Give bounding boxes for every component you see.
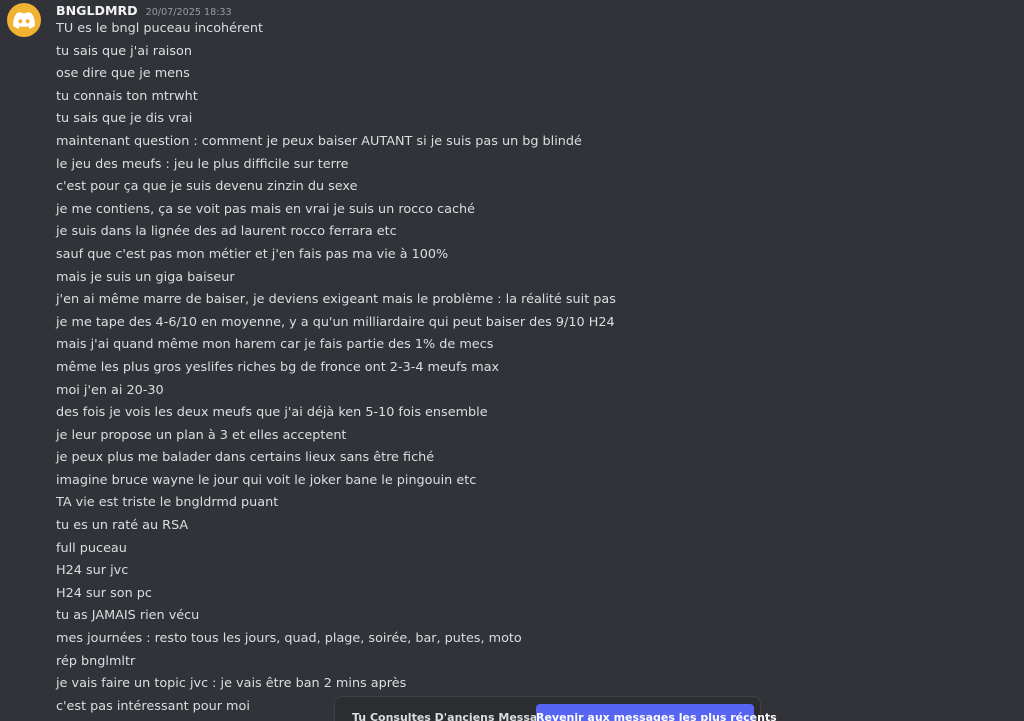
message-line: tu connais ton mtrwht xyxy=(56,88,198,104)
message-line: H24 sur jvc xyxy=(56,563,129,579)
message-line: mais j'ai quand même mon harem car je fa… xyxy=(56,337,494,353)
message-line: full puceau xyxy=(56,540,127,556)
message-header: BNGLDMRD 20/07/2025 18:33 xyxy=(56,3,232,19)
message-line: maintenant question : comment je peux ba… xyxy=(56,133,582,149)
message-line: TU es le bngl puceau incohérent xyxy=(56,21,263,36)
message-line: sauf que c'est pas mon métier et j'en fa… xyxy=(56,246,449,262)
message-line: le jeu des meufs : jeu le plus difficile… xyxy=(56,156,349,172)
message-line: je me contiens, ça se voit pas mais en v… xyxy=(56,201,476,217)
message-line: je vais faire un topic jvc : je vais êtr… xyxy=(56,676,407,692)
message-line: ose dire que je mens xyxy=(56,66,190,82)
older-messages-notice: Tu Consultes D'anciens Messages xyxy=(352,711,560,721)
message-line: moi j'en ai 20-30 xyxy=(56,382,164,398)
message-line: même les plus gros yeslifes riches bg de… xyxy=(56,359,500,375)
username[interactable]: BNGLDMRD xyxy=(56,3,138,18)
chat-view: BNGLDMRD 20/07/2025 18:33 TU es le bngl … xyxy=(0,0,1024,721)
message-line: imagine bruce wayne le jour qui voit le … xyxy=(56,472,477,488)
message-line: je leur propose un plan à 3 et elles acc… xyxy=(56,427,347,443)
message-line: je suis dans la lignée des ad laurent ro… xyxy=(56,224,397,240)
message-line: mais je suis un giga baiseur xyxy=(56,269,235,285)
message-line: tu sais que j'ai raison xyxy=(56,43,192,59)
message-line: c'est pour ça que je suis devenu zinzin … xyxy=(56,179,358,195)
message-line: mes journées : resto tous les jours, qua… xyxy=(56,631,522,647)
message-line: rép bnglmltr xyxy=(56,653,136,669)
jump-to-present-bar: Tu Consultes D'anciens Messages Revenir … xyxy=(334,696,777,721)
avatar[interactable] xyxy=(7,3,41,37)
message-line: H24 sur son pc xyxy=(56,585,152,601)
message-line: tu es un raté au RSA xyxy=(56,518,189,534)
message-lines: TU es le bngl puceau incohérent tu sais q… xyxy=(56,18,996,718)
message-line: je me tape des 4-6/10 en moyenne, y a qu… xyxy=(56,314,615,330)
message-line: TA vie est triste le bngldrmd puant xyxy=(56,495,279,511)
message-line: tu sais que je dis vrai xyxy=(56,111,193,127)
discord-logo-icon xyxy=(13,11,35,29)
message-timestamp: 20/07/2025 18:33 xyxy=(145,7,232,18)
message-line: des fois je vois les deux meufs que j'ai… xyxy=(56,405,488,421)
jump-to-present-button[interactable]: Revenir aux messages les plus récents xyxy=(536,704,777,721)
message-line: tu as JAMAIS rien vécu xyxy=(56,608,200,624)
message-line: je peux plus me balader dans certains li… xyxy=(56,450,435,466)
message-line: j'en ai même marre de baiser, je deviens… xyxy=(56,292,616,308)
